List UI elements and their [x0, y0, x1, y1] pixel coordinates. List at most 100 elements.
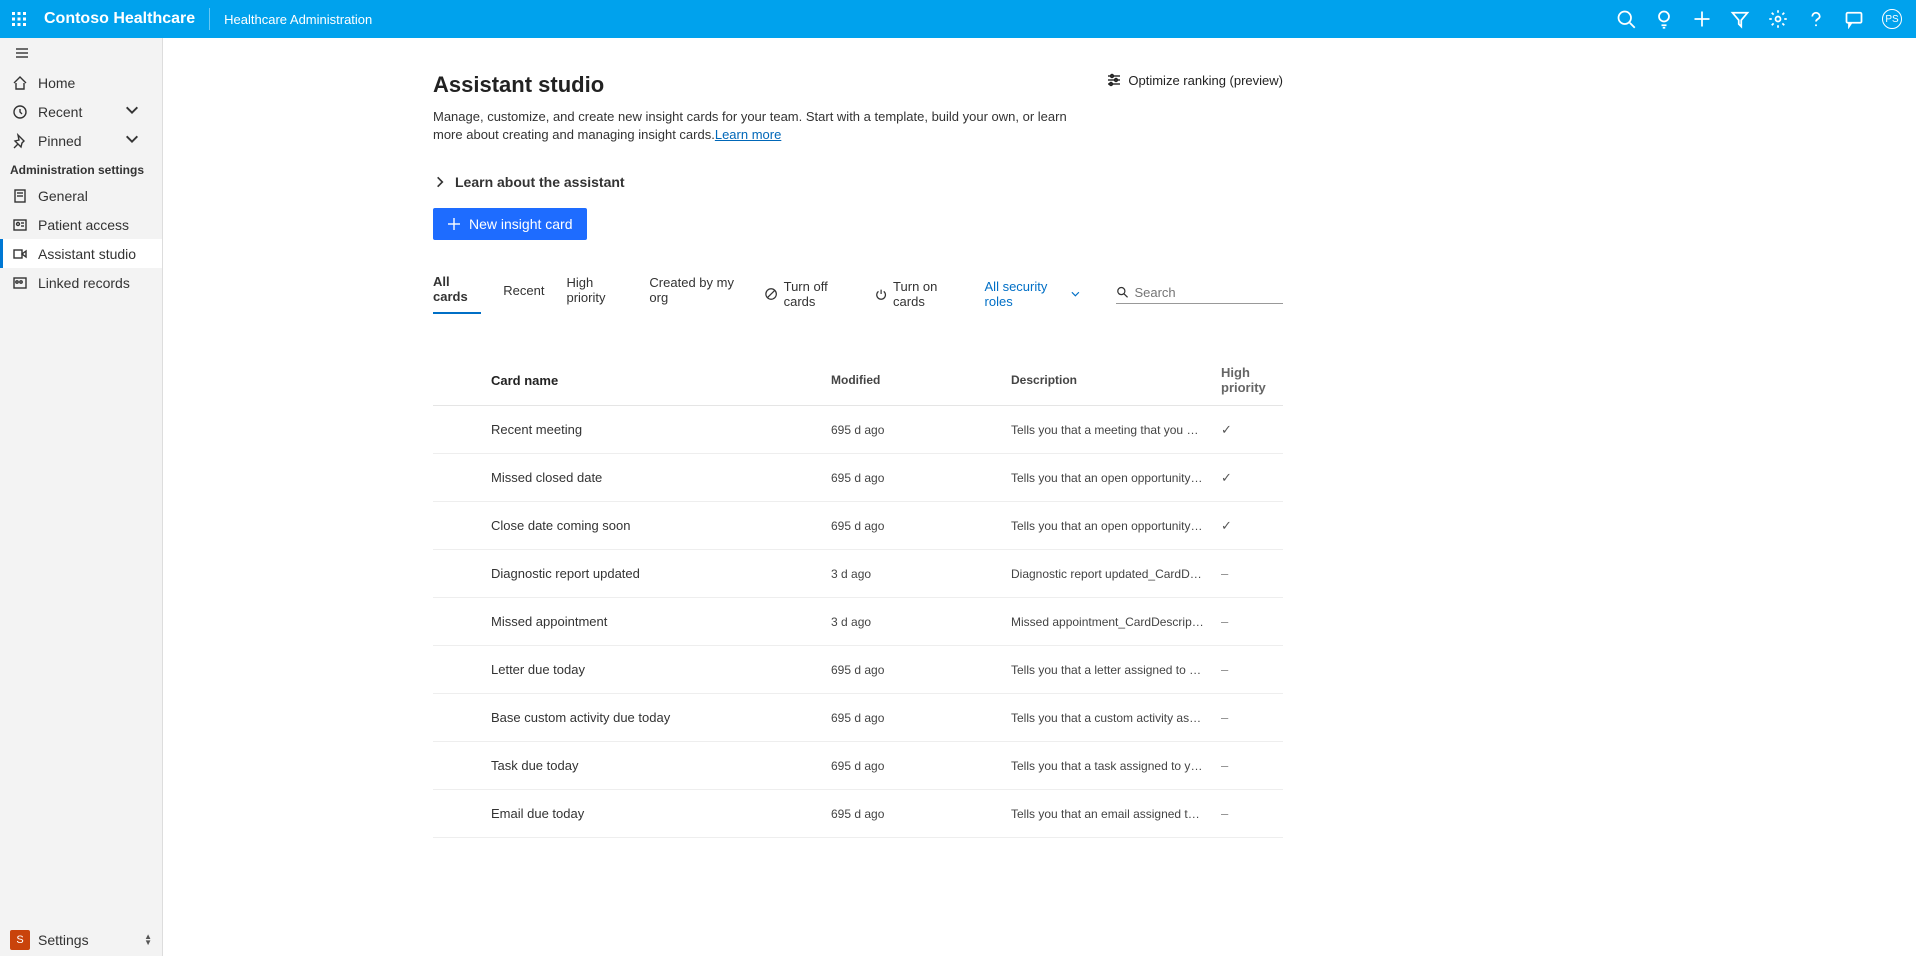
cards-toolbar: All cards Recent High priority Created b…: [433, 274, 1283, 315]
cell-description: Diagnostic report updated_CardDescriptio…: [1003, 550, 1213, 598]
cell-description: Tells you that a task assigned to you is…: [1003, 742, 1213, 790]
tab-all-cards[interactable]: All cards: [433, 274, 481, 314]
sub-title[interactable]: Healthcare Administration: [210, 12, 372, 27]
sidebar-item-patient[interactable]: Patient access: [0, 210, 162, 239]
role-filter-dropdown[interactable]: All security roles: [985, 279, 1080, 309]
tab-created-by-org[interactable]: Created by my org: [649, 275, 743, 313]
new-insight-card-button[interactable]: New insight card: [433, 208, 587, 240]
turn-on-label: Turn on cards: [893, 279, 962, 309]
tab-recent[interactable]: Recent: [503, 283, 544, 306]
sidebar-group-admin: Administration settings: [0, 159, 162, 181]
cmd-turn-off-cards[interactable]: Turn off cards: [765, 279, 852, 309]
sidebar-item-general[interactable]: General: [0, 181, 162, 210]
sidebar-item-recent[interactable]: Recent: [0, 97, 162, 126]
table-row[interactable]: Missed appointment3 d agoMissed appointm…: [433, 598, 1283, 646]
optimize-ranking-label: Optimize ranking (preview): [1128, 73, 1283, 88]
learn-more-link[interactable]: Learn more: [715, 127, 781, 142]
cell-card-name: Close date coming soon: [483, 502, 823, 550]
chevron-down-icon: [124, 102, 150, 121]
cell-high-priority: –: [1213, 646, 1283, 694]
cell-description: Tells you that an open opportunity will …: [1003, 502, 1213, 550]
tab-high-priority[interactable]: High priority: [566, 275, 627, 313]
gear-icon[interactable]: [1768, 9, 1788, 29]
search-icon[interactable]: [1616, 9, 1636, 29]
cell-high-priority: ✓: [1213, 454, 1283, 502]
cards-table: Card name Modified Description High prio…: [433, 355, 1283, 838]
cell-modified: 3 d ago: [823, 598, 1003, 646]
optimize-ranking-link[interactable]: Optimize ranking (preview): [1106, 72, 1283, 88]
th-high-priority[interactable]: High priority: [1213, 355, 1283, 406]
sidebar-label: Home: [38, 75, 75, 91]
help-icon[interactable]: [1806, 9, 1826, 29]
sidebar-label: Recent: [38, 104, 82, 120]
user-avatar[interactable]: PS: [1882, 9, 1902, 29]
main-area: Assistant studio Optimize ranking (previ…: [163, 38, 1916, 956]
table-row[interactable]: Email due today695 d agoTells you that a…: [433, 790, 1283, 838]
brand-title[interactable]: Contoso Healthcare: [44, 8, 210, 30]
cell-description: Tells you that an email assigned to you …: [1003, 790, 1213, 838]
cell-card-name: Email due today: [483, 790, 823, 838]
sidebar: Home Recent Pinned Administration settin…: [0, 38, 163, 956]
sidebar-item-home[interactable]: Home: [0, 68, 162, 97]
cell-high-priority: –: [1213, 598, 1283, 646]
updown-icon: ▲▼: [144, 934, 152, 946]
cell-high-priority: –: [1213, 742, 1283, 790]
cell-card-name: Diagnostic report updated: [483, 550, 823, 598]
cell-description: Tells you that a custom activity assigne…: [1003, 694, 1213, 742]
hamburger-icon[interactable]: [0, 38, 162, 68]
page-title: Assistant studio: [433, 72, 604, 98]
bulb-icon[interactable]: [1654, 9, 1674, 29]
cell-high-priority: –: [1213, 694, 1283, 742]
search-input[interactable]: [1134, 285, 1283, 300]
new-card-label: New insight card: [469, 216, 573, 232]
sidebar-item-pinned[interactable]: Pinned: [0, 126, 162, 155]
table-row[interactable]: Letter due today695 d agoTells you that …: [433, 646, 1283, 694]
cell-card-name: Base custom activity due today: [483, 694, 823, 742]
cell-card-name: Letter due today: [483, 646, 823, 694]
cell-description: Tells you that a meeting that you organi…: [1003, 406, 1213, 454]
app-launcher-icon[interactable]: [8, 8, 30, 30]
cell-card-name: Missed appointment: [483, 598, 823, 646]
cmd-turn-on-cards[interactable]: Turn on cards: [875, 279, 963, 309]
chevron-down-icon: [124, 131, 150, 150]
cell-modified: 695 d ago: [823, 502, 1003, 550]
learn-about-label: Learn about the assistant: [455, 174, 625, 190]
th-card-name[interactable]: Card name: [483, 355, 823, 406]
table-row[interactable]: Diagnostic report updated3 d agoDiagnost…: [433, 550, 1283, 598]
cell-card-name: Missed closed date: [483, 454, 823, 502]
table-row[interactable]: Close date coming soon695 d agoTells you…: [433, 502, 1283, 550]
cell-modified: 695 d ago: [823, 742, 1003, 790]
cell-modified: 3 d ago: [823, 550, 1003, 598]
th-description[interactable]: Description: [1003, 355, 1213, 406]
cell-description: Tells you that a letter assigned to you …: [1003, 646, 1213, 694]
sidebar-label: Settings: [38, 932, 89, 948]
sidebar-label: Linked records: [38, 275, 130, 291]
add-icon[interactable]: [1692, 9, 1712, 29]
sidebar-item-assistant[interactable]: Assistant studio: [0, 239, 162, 268]
sidebar-label: Assistant studio: [38, 246, 136, 262]
search-box[interactable]: [1116, 285, 1283, 304]
cell-description: Tells you that an open opportunity has p…: [1003, 454, 1213, 502]
cell-high-priority: –: [1213, 550, 1283, 598]
filter-icon[interactable]: [1730, 9, 1750, 29]
cell-modified: 695 d ago: [823, 790, 1003, 838]
table-row[interactable]: Recent meeting695 d agoTells you that a …: [433, 406, 1283, 454]
role-filter-label: All security roles: [985, 279, 1068, 309]
learn-about-toggle[interactable]: Learn about the assistant: [433, 174, 1283, 190]
turn-off-label: Turn off cards: [784, 279, 853, 309]
table-row[interactable]: Task due today695 d agoTells you that a …: [433, 742, 1283, 790]
th-modified[interactable]: Modified: [823, 355, 1003, 406]
page-description: Manage, customize, and create new insigh…: [433, 108, 1073, 144]
top-header: Contoso Healthcare Healthcare Administra…: [0, 0, 1916, 38]
chat-icon[interactable]: [1844, 9, 1864, 29]
sidebar-settings[interactable]: S Settings ▲▼: [0, 924, 162, 956]
cell-card-name: Task due today: [483, 742, 823, 790]
sidebar-label: Pinned: [38, 133, 82, 149]
sidebar-label: General: [38, 188, 88, 204]
cell-card-name: Recent meeting: [483, 406, 823, 454]
cell-description: Missed appointment_CardDescription: [1003, 598, 1213, 646]
table-row[interactable]: Base custom activity due today695 d agoT…: [433, 694, 1283, 742]
cell-modified: 695 d ago: [823, 646, 1003, 694]
table-row[interactable]: Missed closed date695 d agoTells you tha…: [433, 454, 1283, 502]
sidebar-item-linked[interactable]: Linked records: [0, 268, 162, 297]
